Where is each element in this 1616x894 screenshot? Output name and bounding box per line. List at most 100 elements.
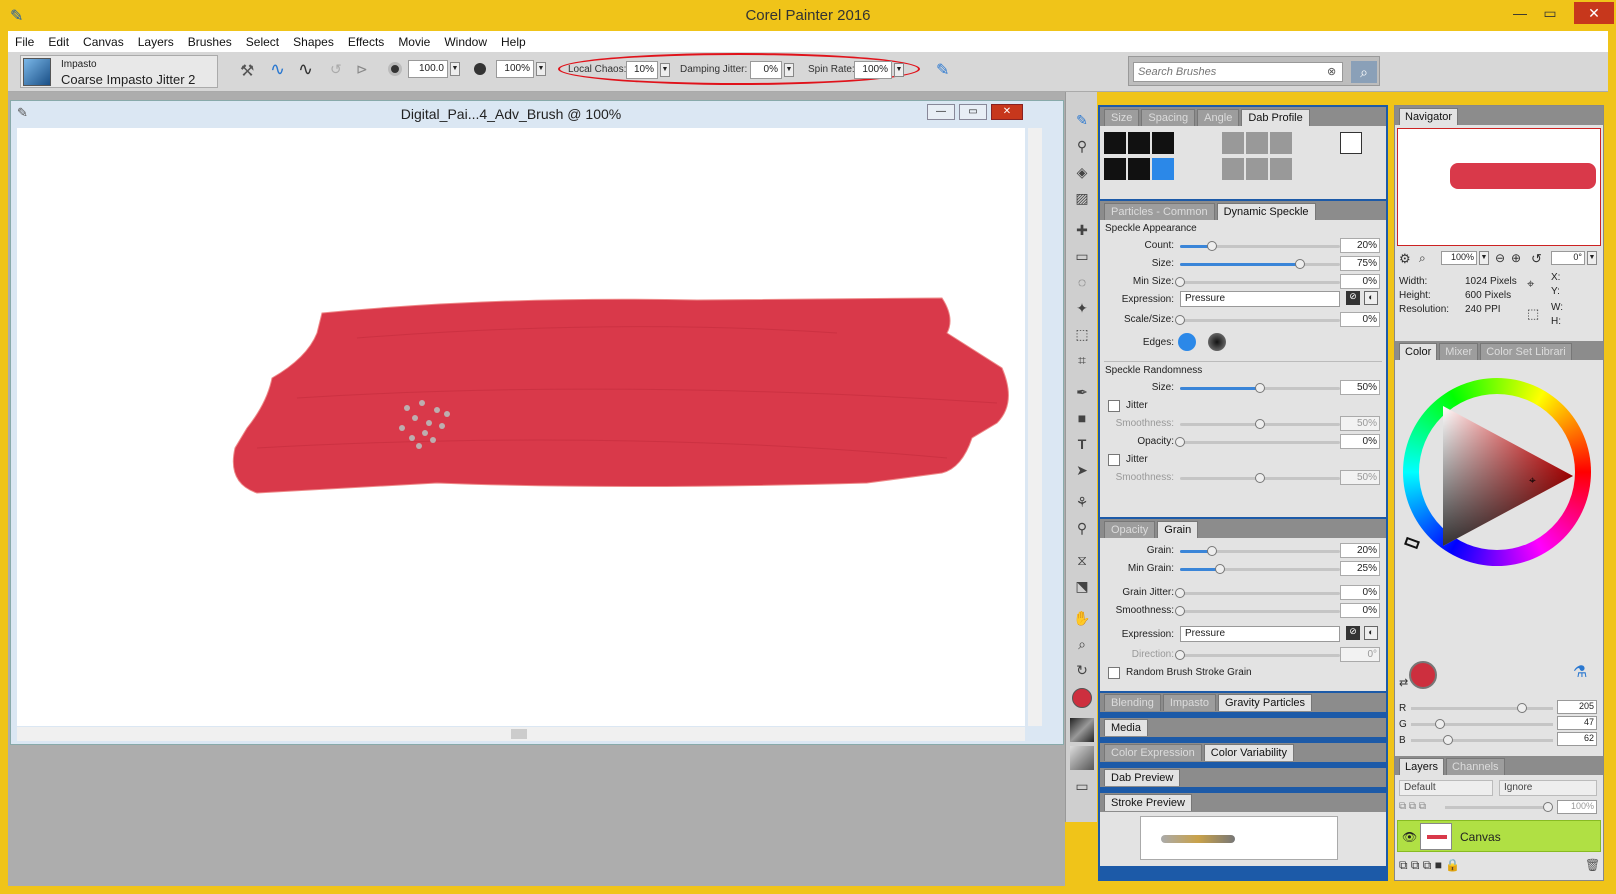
grain-field[interactable]: 20%	[1340, 543, 1380, 558]
magic-wand-icon[interactable]: ✦	[1072, 298, 1092, 318]
hue-ring-marker[interactable]	[1404, 536, 1420, 550]
menu-help[interactable]: Help	[494, 35, 533, 49]
local-chaos-field[interactable]: 10%	[626, 61, 658, 79]
tab-opacity[interactable]: Opacity	[1104, 521, 1156, 538]
damping-jitter-dropdown-icon[interactable]: ▼	[784, 63, 794, 77]
tab-dynamic-speckle[interactable]: Dynamic Speckle	[1216, 203, 1316, 220]
tab-layers[interactable]: Layers	[1399, 758, 1445, 775]
delete-layer-icon[interactable]: 🗑	[1585, 858, 1600, 872]
grain-jitter-slider[interactable]	[1175, 588, 1340, 598]
magnifier-tool-icon[interactable]: ⌕	[1072, 634, 1092, 654]
tab-color-expression[interactable]: Color Expression	[1104, 744, 1202, 761]
menu-layers[interactable]: Layers	[131, 35, 181, 49]
size-slider[interactable]	[1180, 259, 1340, 269]
layer-method-select[interactable]: Ignore	[1499, 780, 1597, 796]
dab-profile-4[interactable]	[1104, 158, 1126, 180]
tab-color[interactable]: Color	[1399, 343, 1438, 360]
layer-adjuster-icon[interactable]: ✚	[1072, 220, 1092, 240]
tab-gravity-particles[interactable]: Gravity Particles	[1217, 694, 1313, 711]
dab-profile-5[interactable]	[1128, 158, 1150, 180]
count-field[interactable]: 20%	[1340, 238, 1380, 253]
tab-angle[interactable]: Angle	[1197, 109, 1240, 126]
edge-hard-button[interactable]	[1178, 333, 1196, 351]
invert-expression-icon[interactable]: ⊘	[1346, 291, 1360, 305]
cloner-tool-icon[interactable]: ⚘	[1072, 492, 1092, 512]
search-icon[interactable]: ⌕	[1351, 61, 1377, 83]
rotation-dropdown-icon[interactable]: ▼	[1587, 251, 1597, 265]
min-size-slider[interactable]	[1175, 277, 1340, 287]
doc-restore-button[interactable]: ▭	[959, 104, 987, 120]
menu-window[interactable]: Window	[437, 35, 494, 49]
zoom-in-icon[interactable]: ⊕	[1511, 251, 1521, 265]
dab-profile-7[interactable]	[1222, 132, 1244, 154]
edge-soft-button[interactable]	[1208, 333, 1226, 351]
grain-invert-icon[interactable]: ⊘	[1346, 626, 1360, 640]
scale-size-field[interactable]: 0%	[1340, 312, 1380, 327]
rubber-stamp-icon[interactable]: ⚲	[1072, 518, 1092, 538]
zoom-out-icon[interactable]: ⊖	[1495, 251, 1505, 265]
dab-profile-6[interactable]	[1152, 158, 1174, 180]
layer-row-canvas[interactable]: 👁 Canvas	[1397, 820, 1601, 852]
rotate-page-icon[interactable]: ↻	[1072, 660, 1092, 680]
main-color-swatch[interactable]	[1072, 688, 1092, 708]
zoom-field[interactable]: 100%	[1441, 251, 1477, 265]
dab-profile-9[interactable]	[1270, 132, 1292, 154]
dab-profile-13[interactable]	[1340, 132, 1362, 154]
layer-actions-icons[interactable]: ⧉ ⧉ ⧉ ■ 🔒	[1399, 858, 1460, 873]
jitter-checkbox[interactable]	[1108, 400, 1120, 412]
straight-line-stroke-icon[interactable]: ∿	[298, 59, 313, 80]
menu-movie[interactable]: Movie	[391, 35, 437, 49]
vertical-scrollbar[interactable]	[1028, 128, 1042, 726]
tab-grain[interactable]: Grain	[1157, 521, 1199, 538]
direction-expression-icon[interactable]: ◐	[1364, 291, 1378, 305]
dab-profile-11[interactable]	[1246, 158, 1268, 180]
g-slider[interactable]	[1411, 719, 1553, 729]
min-grain-field[interactable]: 25%	[1340, 561, 1380, 576]
mirror-painting-icon[interactable]: ⧖	[1072, 550, 1092, 570]
opacity-slider[interactable]	[1175, 437, 1340, 447]
perspective-grid-icon[interactable]: ⬔	[1072, 576, 1092, 596]
doc-minimize-button[interactable]: —	[927, 104, 955, 120]
rectangle-shape-icon[interactable]: ■	[1072, 408, 1092, 428]
size-field[interactable]: 75%	[1340, 256, 1380, 271]
g-field[interactable]: 47	[1557, 716, 1597, 730]
rotation-field[interactable]: 0°	[1551, 251, 1585, 265]
tab-mixer[interactable]: Mixer	[1439, 343, 1479, 360]
jitter2-checkbox[interactable]	[1108, 454, 1120, 466]
b-field[interactable]: 62	[1557, 732, 1597, 746]
menu-select[interactable]: Select	[239, 35, 286, 49]
text-tool-icon[interactable]: T	[1072, 434, 1092, 454]
shape-selection-icon[interactable]: ➤	[1072, 460, 1092, 480]
grabber-tool-icon[interactable]: ✋	[1072, 608, 1092, 628]
rand-size-field[interactable]: 50%	[1340, 380, 1380, 395]
menu-effects[interactable]: Effects	[341, 35, 391, 49]
spin-rate-field[interactable]: 100%	[854, 61, 892, 79]
rand-size-slider[interactable]	[1180, 383, 1340, 393]
navigator-preview[interactable]	[1397, 128, 1601, 246]
brush-settings-icon[interactable]: ✎	[936, 60, 949, 80]
size-field[interactable]: 100.0	[408, 60, 448, 78]
grain-smoothness-field[interactable]: 0%	[1340, 603, 1380, 618]
dab-profile-3[interactable]	[1152, 132, 1174, 154]
grain-jitter-field[interactable]: 0%	[1340, 585, 1380, 600]
grain-direction-icon[interactable]: ◐	[1364, 626, 1378, 640]
brush-tool-icon[interactable]: ✎	[1072, 110, 1092, 130]
tab-dab-preview[interactable]: Dab Preview	[1104, 769, 1181, 786]
smoothness-slider[interactable]	[1180, 419, 1340, 429]
zoom-dropdown-icon[interactable]: ▼	[1479, 251, 1489, 265]
tab-impasto[interactable]: Impasto	[1162, 694, 1216, 711]
menu-file[interactable]: File	[8, 35, 41, 49]
spin-rate-dropdown-icon[interactable]: ▼	[894, 63, 904, 77]
count-slider[interactable]	[1180, 241, 1340, 251]
grain-expression-select[interactable]: Pressure	[1180, 626, 1340, 642]
b-slider[interactable]	[1411, 735, 1553, 745]
layer-visibility-icon[interactable]: 👁	[1402, 830, 1417, 844]
tab-spacing[interactable]: Spacing	[1141, 109, 1196, 126]
grain-smoothness-slider[interactable]	[1175, 606, 1340, 616]
layer-opacity-field[interactable]: 100%	[1557, 800, 1597, 814]
layer-opacity-slider[interactable]	[1445, 802, 1553, 812]
tab-particles-common[interactable]: Particles - Common	[1104, 203, 1215, 220]
canvas[interactable]	[17, 128, 1025, 726]
dab-profile-2[interactable]	[1128, 132, 1150, 154]
selection-adjuster-icon[interactable]: ⬚	[1072, 324, 1092, 344]
